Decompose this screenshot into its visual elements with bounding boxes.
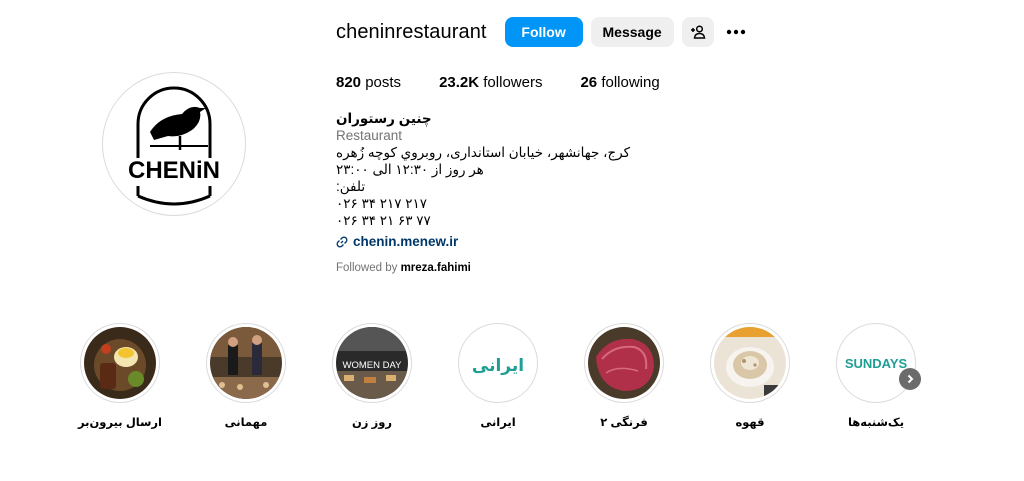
steak-photo-icon: [588, 327, 660, 399]
posts-stat: 820 posts: [336, 74, 401, 91]
profile-display-name: چنین رستوران: [336, 111, 432, 126]
profile-header-row: cheninrestaurant Follow Message: [336, 17, 750, 47]
followed-by-prefix: Followed by: [336, 262, 398, 274]
username: cheninrestaurant: [336, 20, 487, 43]
followed-by[interactable]: Followed by mreza.fahimi: [336, 262, 471, 274]
bio-line-hours: هر روز از ۱۲:۳۰ الی ۲۳:۰۰: [336, 162, 484, 177]
highlights-next-button[interactable]: [899, 368, 921, 390]
profile-category: Restaurant: [336, 128, 403, 143]
highlight-item[interactable]: ایرانی ایرانی: [456, 323, 540, 429]
posts-count: 820: [336, 74, 362, 91]
iranian-text-cover-icon: ایرانی: [462, 327, 534, 399]
highlight-item[interactable]: مهمانی: [204, 323, 288, 429]
highlight-label: روز زن: [351, 417, 393, 429]
highlight-label: مهمانی: [224, 417, 268, 429]
bio-line-phone-1: ۰۲۶ ۳۴ ۲۱۷ ۲۱۷: [336, 196, 428, 211]
sundays-text-cover-icon: SUNDAYS: [840, 327, 912, 399]
suggest-accounts-button[interactable]: [681, 17, 714, 47]
highlight-item[interactable]: WOMEN DAY روز زن: [330, 323, 414, 429]
iranian-overlay: ایرانی: [472, 356, 524, 376]
profile-stats: 820 posts 23.2K followers 26 following: [336, 74, 698, 91]
highlight-label: قهوه: [735, 417, 765, 429]
bio-line-phone-label: تلفن:: [336, 179, 366, 194]
avatar-wordmark: CHENiN: [128, 157, 220, 184]
party-photo-icon: [210, 327, 282, 399]
chenin-logo: CHENiN: [128, 86, 220, 206]
add-user-icon: [690, 25, 705, 39]
bio-line-phone-2: ۰۲۶ ۳۴ ۲۱ ۶۳ ۷۷: [336, 213, 431, 228]
sundays-overlay: SUNDAYS: [845, 356, 908, 371]
message-button[interactable]: Message: [590, 17, 674, 47]
profile-avatar[interactable]: CHENiN: [102, 72, 246, 216]
followers-label: followers: [483, 74, 543, 91]
highlight-label: ایرانی: [480, 417, 516, 429]
following-stat[interactable]: 26 following: [580, 74, 659, 91]
profile-bio: چنین رستوران Restaurant کرج، جهانشهر، خی…: [336, 110, 656, 250]
posts-label: posts: [365, 74, 402, 91]
coffee-photo-icon: [714, 327, 786, 399]
followers-count: 23.2K: [439, 74, 480, 91]
highlight-item[interactable]: ارسال بیرون‌بر: [78, 323, 162, 429]
follow-button[interactable]: Follow: [504, 17, 583, 47]
followers-stat[interactable]: 23.2K followers: [439, 74, 542, 91]
highlight-label: یک‌شنبه‌ها: [847, 417, 905, 429]
followed-by-user: mreza.fahimi: [400, 262, 471, 274]
highlight-label: فرنگی ۲: [600, 417, 648, 429]
chevron-right-icon: [907, 374, 914, 384]
link-icon: [336, 236, 348, 247]
women-day-overlay: WOMEN DAY: [343, 360, 403, 371]
highlight-label: ارسال بیرون‌بر: [78, 417, 162, 429]
more-dots-icon: [726, 29, 745, 35]
highlight-item[interactable]: فرنگی ۲: [582, 323, 666, 429]
website-url: chenin.menew.ir: [353, 234, 459, 249]
bio-website-link[interactable]: chenin.menew.ir: [336, 233, 656, 250]
more-options-button[interactable]: [722, 17, 750, 47]
following-count: 26: [580, 74, 598, 91]
following-label: following: [601, 74, 660, 91]
women-day-photo-icon: WOMEN DAY: [336, 327, 408, 399]
food-plate-photo-icon: [84, 327, 156, 399]
bio-line-address: کرج، جهانشهر، خیابان استانداری، روبروي ک…: [336, 145, 631, 160]
highlight-item[interactable]: قهوه: [708, 323, 792, 429]
